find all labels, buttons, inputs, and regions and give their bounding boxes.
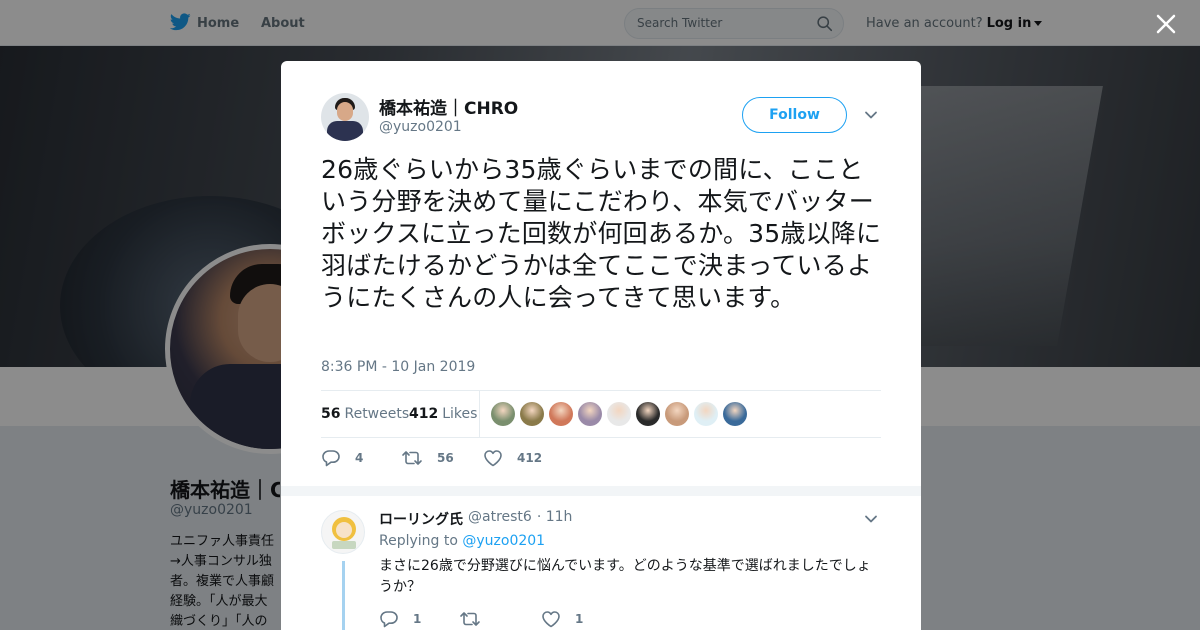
tweet-stats: 56 Retweets 412 Likes [321,390,881,438]
conversation-separator [281,486,921,496]
nav-dim-overlay [0,0,1200,46]
chevron-down-icon[interactable] [863,511,879,527]
liker-avatar[interactable] [723,402,747,426]
top-nav-bar: Home About Search Twitter Have an accoun… [0,0,1200,46]
liker-avatar[interactable] [636,402,660,426]
likes-count: 412 [409,406,439,422]
liker-avatar[interactable] [491,402,515,426]
liker-avatar[interactable] [665,402,689,426]
replying-to: Replying to @yuzo0201 [379,533,545,549]
replying-to-link[interactable]: @yuzo0201 [462,533,545,549]
liker-avatar[interactable] [520,402,544,426]
tweet-actions: 4 56 412 [321,446,881,470]
close-icon[interactable] [1154,12,1178,36]
reply-icon [380,611,398,628]
reply-text: まさに26歳で分野選びに悩んでいます。どのような基準で選ばれましたでしょうか？ [379,558,871,595]
reply-author-name[interactable]: ローリング氏 [379,509,463,529]
follow-button[interactable]: Follow [742,97,847,133]
tweet-text: 26歳ぐらいから35歳ぐらいまでの間に、ここという分野を決めて量にこだわり、本気… [321,155,882,312]
liker-avatar[interactable] [607,402,631,426]
replying-prefix: Replying to [379,533,458,549]
author-name[interactable]: 橋本祐造｜CHRO [379,94,518,119]
reply-like-action[interactable]: 1 [541,607,583,630]
likes-label: Likes [442,406,478,422]
retweets-stat[interactable]: 56 Retweets [321,391,409,437]
avatar-shirt [327,121,363,141]
retweet-icon [460,612,480,626]
reply-count: 4 [355,451,364,465]
like-count: 412 [517,451,543,465]
reply-header: ローリング氏 @atrest6 · 11h [379,509,572,529]
likes-stat[interactable]: 412 Likes [409,391,477,437]
reply-like-count: 1 [575,612,584,626]
liker-avatar[interactable] [578,402,602,426]
like-action[interactable]: 412 [483,446,542,470]
reply-author-avatar[interactable] [321,510,365,554]
avatar-face [337,102,353,121]
author-avatar[interactable] [321,93,369,141]
reply-retweet-action[interactable] [459,607,495,630]
chevron-down-icon[interactable] [863,107,879,123]
author-handle[interactable]: @yuzo0201 [379,119,462,135]
tweet-modal: 橋本祐造｜CHRO @yuzo0201 Follow 26歳ぐらいから35歳ぐら… [281,61,921,630]
reply-thread-line [342,561,345,630]
retweets-count: 56 [321,406,341,422]
retweet-icon [402,451,422,465]
reply-avatar-illustration [332,517,356,549]
heart-icon [542,611,560,628]
liker-avatar[interactable] [694,402,718,426]
liker-avatar[interactable] [549,402,573,426]
reply-reply-action[interactable]: 1 [379,607,421,630]
reply-reply-count: 1 [413,612,422,626]
reply-time[interactable]: · 11h [537,509,573,529]
retweet-count: 56 [437,451,454,465]
reply-author-handle[interactable]: @atrest6 [468,509,532,529]
reply-icon [322,450,340,467]
retweet-action[interactable]: 56 [401,446,454,470]
reply-action[interactable]: 4 [321,446,363,470]
retweets-label: Retweets [344,406,410,422]
reply-actions: 1 1 [379,607,779,630]
heart-icon [484,450,502,467]
stats-divider [479,391,480,437]
tweet-timestamp[interactable]: 8:36 PM - 10 Jan 2019 [321,359,475,375]
